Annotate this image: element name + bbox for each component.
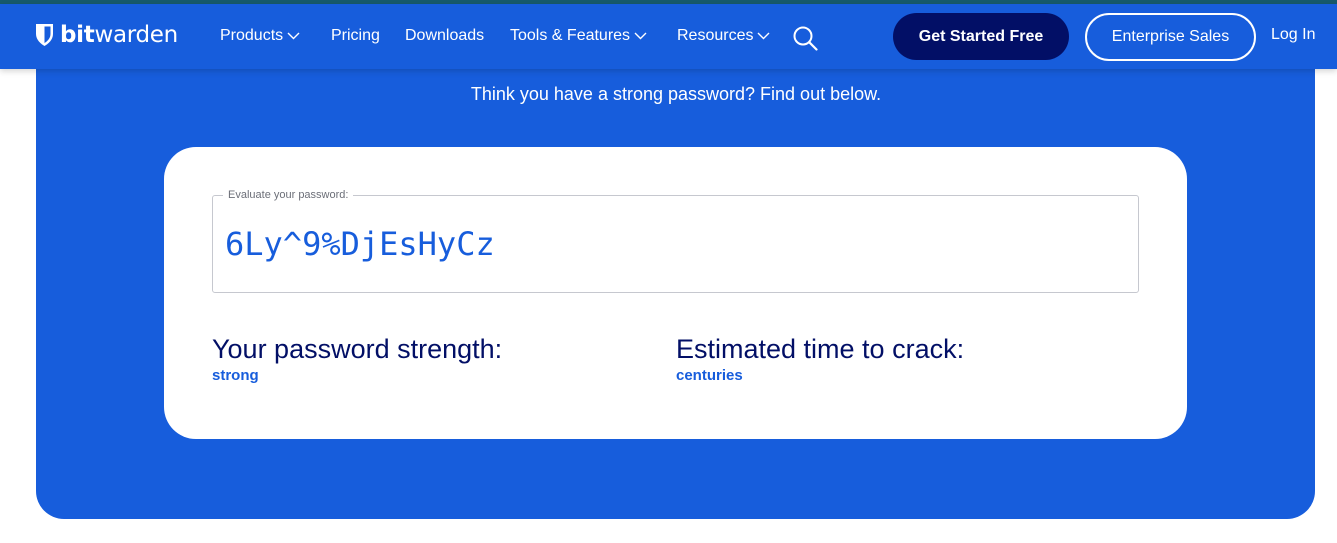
- enterprise-sales-label: Enterprise Sales: [1111, 28, 1230, 45]
- nav-downloads-label: Downloads: [405, 27, 485, 44]
- password-input-label: Evaluate your password:: [223, 188, 354, 202]
- nav-products[interactable]: Products: [220, 26, 300, 46]
- log-in-link[interactable]: Log In: [1271, 26, 1315, 44]
- top-navbar: bit warden Products Pricing Downloads Too…: [0, 4, 1337, 69]
- chevron-down-icon: [634, 32, 647, 40]
- nav-pricing-label: Pricing: [331, 27, 380, 44]
- logo-text-bit: bit: [60, 22, 95, 48]
- password-checker-card: Evaluate your password: 6Ly^9%DjEsHyCz Y…: [164, 147, 1187, 439]
- strength-heading: Your password strength:: [212, 334, 503, 364]
- search-icon[interactable]: [792, 25, 818, 51]
- nav-downloads[interactable]: Downloads: [405, 26, 484, 46]
- nav-resources-label: Resources: [677, 27, 754, 44]
- hero-tagline: Think you have a strong password? Find o…: [470, 84, 882, 104]
- bitwarden-logo[interactable]: bit warden: [35, 22, 178, 48]
- chevron-down-icon: [757, 32, 770, 40]
- password-input-value[interactable]: 6Ly^9%DjEsHyCz: [225, 224, 495, 264]
- nav-products-label: Products: [220, 27, 284, 44]
- crack-time-heading: Estimated time to crack:: [676, 334, 965, 364]
- crack-time-result: Estimated time to crack: centuries: [676, 333, 964, 385]
- enterprise-sales-button[interactable]: Enterprise Sales: [1085, 13, 1256, 61]
- nav-tools-features[interactable]: Tools & Features: [510, 26, 647, 46]
- logo-text-warden: warden: [94, 22, 178, 48]
- chevron-down-icon: [287, 32, 300, 40]
- get-started-free-button[interactable]: Get Started Free: [893, 13, 1069, 60]
- strength-value: strong: [212, 367, 259, 384]
- password-input[interactable]: Evaluate your password: 6Ly^9%DjEsHyCz: [212, 188, 1139, 293]
- nav-tools-label: Tools & Features: [510, 27, 631, 44]
- crack-time-value: centuries: [676, 367, 743, 384]
- nav-pricing[interactable]: Pricing: [331, 26, 380, 46]
- nav-resources[interactable]: Resources: [677, 26, 770, 46]
- shield-icon: [36, 24, 53, 46]
- strength-result: Your password strength: strong: [212, 333, 502, 385]
- get-started-label: Get Started Free: [918, 27, 1044, 45]
